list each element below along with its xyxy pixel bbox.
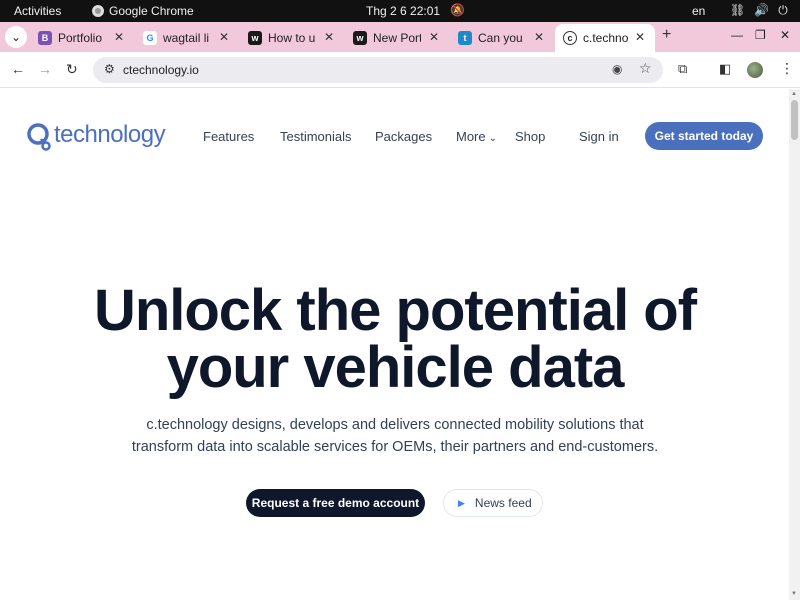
tab-strip: ⌄ B Portfolio ✕ G wagtail li ✕ w How to … — [0, 22, 800, 52]
tab-label: wagtail li — [163, 31, 210, 45]
volume-icon: 🔊 — [754, 3, 770, 17]
hero-desc-line-2: transform data into scalable services fo… — [131, 439, 659, 455]
logo-text: technology — [54, 121, 166, 148]
nav-more-label: More — [456, 129, 486, 144]
forward-icon[interactable]: → — [38, 61, 52, 77]
tab-portfolio[interactable]: B Portfolio ✕ — [30, 24, 134, 52]
restore-icon[interactable]: ❐ — [755, 28, 766, 42]
scroll-up-icon[interactable]: ▲ — [791, 91, 797, 97]
url-text[interactable]: ctechnology.io — [123, 63, 199, 77]
page-scrollbar[interactable]: ▲ ▼ — [789, 89, 800, 600]
profile-avatar[interactable] — [747, 62, 763, 78]
chevron-down-icon: ⌄ — [10, 30, 22, 44]
site-info-icon[interactable]: ⚙ — [104, 62, 115, 76]
bookmark-star-icon[interactable]: ☆ — [639, 60, 652, 77]
eye-off-icon[interactable]: ◉ — [612, 62, 622, 76]
wagtail-favicon-icon: w — [248, 31, 262, 45]
close-icon[interactable]: ✕ — [219, 30, 229, 44]
system-top-bar: Activities Google Chrome Thg 2 6 22:01 🔕… — [0, 0, 800, 22]
site-logo[interactable]: technology — [26, 121, 166, 151]
address-bar[interactable]: ⚙ ctechnology.io ◉ ☆ — [93, 57, 663, 83]
tab-label: New Port — [373, 31, 421, 45]
close-icon[interactable]: ✕ — [534, 30, 544, 44]
ctechnology-favicon-icon: c — [563, 31, 577, 45]
tab-ctechnology[interactable]: c c.techno ✕ — [555, 24, 655, 52]
tab-wagtail[interactable]: G wagtail li ✕ — [135, 24, 239, 52]
chevron-down-icon: ⌄ — [488, 133, 498, 144]
nav-testimonials[interactable]: Testimonials — [280, 129, 352, 144]
activities-button[interactable]: Activities — [14, 4, 61, 18]
side-panel-icon[interactable]: ◧ — [719, 61, 731, 77]
nav-features[interactable]: Features — [203, 129, 254, 144]
hero-title: Unlock the potential of your vehicle dat… — [0, 278, 790, 400]
close-icon[interactable]: ✕ — [635, 30, 645, 44]
hero-title-line-1: Unlock the potential of — [93, 278, 697, 343]
reload-icon[interactable]: ↻ — [66, 61, 78, 78]
back-icon[interactable]: ← — [11, 61, 25, 77]
system-status-area[interactable]: ⛓ 🔊 ⏻ — [730, 3, 788, 18]
chrome-icon — [92, 5, 104, 17]
network-icon: ⛓ — [730, 3, 746, 17]
more-menu-icon[interactable]: ⋮ — [780, 60, 794, 77]
tab-new-portfolio[interactable]: w New Port ✕ — [345, 24, 449, 52]
notifications-muted-icon: 🔕 — [450, 3, 465, 17]
play-icon: ▶ — [458, 497, 465, 508]
tab-search-button[interactable]: ⌄ — [5, 26, 27, 48]
new-tab-icon[interactable]: + — [662, 26, 671, 44]
bootstrap-favicon-icon: B — [38, 31, 52, 45]
nav-sign-in[interactable]: Sign in — [579, 129, 619, 144]
close-icon[interactable]: ✕ — [324, 30, 334, 44]
minimize-icon[interactable]: — — [731, 28, 743, 42]
web-page: technology Features Testimonials Package… — [0, 89, 790, 600]
tab-label: Portfolio — [58, 31, 103, 45]
hero-description: c.technology designs, develops and deliv… — [0, 414, 790, 458]
close-icon[interactable]: ✕ — [429, 30, 439, 44]
tab-label: c.techno — [583, 31, 629, 45]
browser-toolbar: ← → ↻ ⚙ ctechnology.io ◉ ☆ ⧉ ◧ — [0, 52, 800, 88]
close-window-icon[interactable]: ✕ — [780, 28, 790, 42]
wagtail-favicon-icon: w — [353, 31, 367, 45]
tab-label: How to u — [268, 31, 316, 45]
scroll-down-icon[interactable]: ▼ — [791, 591, 797, 597]
hero-desc-line-1: c.technology designs, develops and deliv… — [146, 417, 644, 433]
close-icon[interactable]: ✕ — [114, 30, 124, 44]
nav-packages[interactable]: Packages — [375, 129, 432, 144]
news-feed-button[interactable]: ▶ News feed — [443, 489, 543, 517]
extensions-icon[interactable]: ⧉ — [678, 61, 687, 77]
nav-more[interactable]: More ⌄ — [456, 129, 497, 144]
tab-label: Can you f — [478, 31, 526, 45]
google-favicon-icon: G — [143, 31, 157, 45]
power-icon: ⏻ — [778, 3, 788, 17]
news-feed-label: News feed — [474, 496, 532, 510]
clock[interactable]: Thg 2 6 22:01 — [366, 4, 440, 18]
scroll-thumb[interactable] — [791, 100, 798, 140]
tab-can-you[interactable]: t Can you f ✕ — [450, 24, 554, 52]
nav-shop[interactable]: Shop — [515, 129, 545, 144]
app-menu[interactable]: Google Chrome — [92, 4, 194, 18]
trello-favicon-icon: t — [458, 31, 472, 45]
request-demo-button[interactable]: Request a free demo account — [246, 489, 425, 517]
app-name: Google Chrome — [109, 4, 194, 18]
get-started-button[interactable]: Get started today — [645, 122, 763, 150]
tab-how-to[interactable]: w How to u ✕ — [240, 24, 344, 52]
logo-mark-icon — [26, 122, 52, 151]
input-language[interactable]: en — [692, 4, 705, 18]
hero-title-line-2: your vehicle data — [166, 335, 625, 400]
